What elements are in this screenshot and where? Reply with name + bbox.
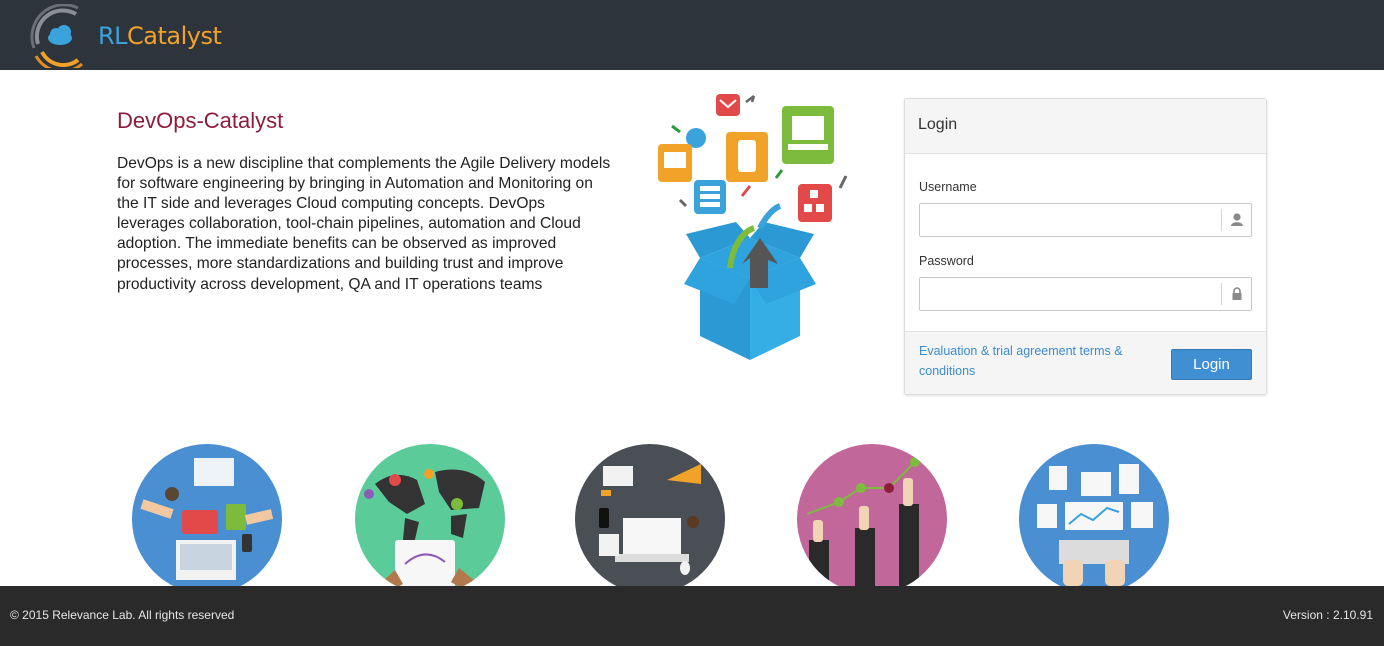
logo-icon (30, 3, 83, 73)
analytics-illustration (1019, 444, 1169, 594)
username-field-group (919, 203, 1252, 237)
copyright-text: © 2015 Relevance Lab. All rights reserve… (10, 608, 235, 622)
intro-title: DevOps-Catalyst (117, 108, 284, 133)
devops-box-illustration (658, 94, 848, 360)
world-map-illustration (355, 444, 505, 594)
terms-conditions-link[interactable]: Evaluation & trial agreement terms & con… (919, 341, 1134, 381)
brand-name-catalyst: Catalyst (127, 22, 222, 50)
password-field-group (919, 277, 1252, 311)
version-text: Version : 2.10.91 (1282, 608, 1373, 622)
brand-name-rl: RL (98, 22, 128, 50)
login-panel: Login Username Password Evaluation & tri… (904, 98, 1267, 395)
password-label: Password (919, 254, 974, 268)
username-label: Username (919, 180, 977, 194)
lock-icon (1221, 283, 1251, 305)
collaboration-illustration (132, 444, 282, 594)
page-footer: © 2015 Relevance Lab. All rights reserve… (0, 586, 1384, 646)
top-navbar: RLCatalyst (0, 0, 1384, 73)
username-input[interactable] (920, 204, 1220, 236)
login-footer: Evaluation & trial agreement terms & con… (905, 331, 1266, 394)
brand-logo[interactable]: RLCatalyst (28, 3, 222, 73)
password-input[interactable] (920, 278, 1220, 310)
user-icon (1221, 209, 1251, 231)
login-button[interactable]: Login (1171, 349, 1252, 380)
growth-chart-illustration (797, 444, 947, 594)
login-heading: Login (905, 99, 1266, 154)
intro-description: DevOps is a new discipline that compleme… (117, 155, 611, 293)
brand-name: RLCatalyst (98, 22, 222, 50)
workspace-illustration (575, 444, 725, 594)
